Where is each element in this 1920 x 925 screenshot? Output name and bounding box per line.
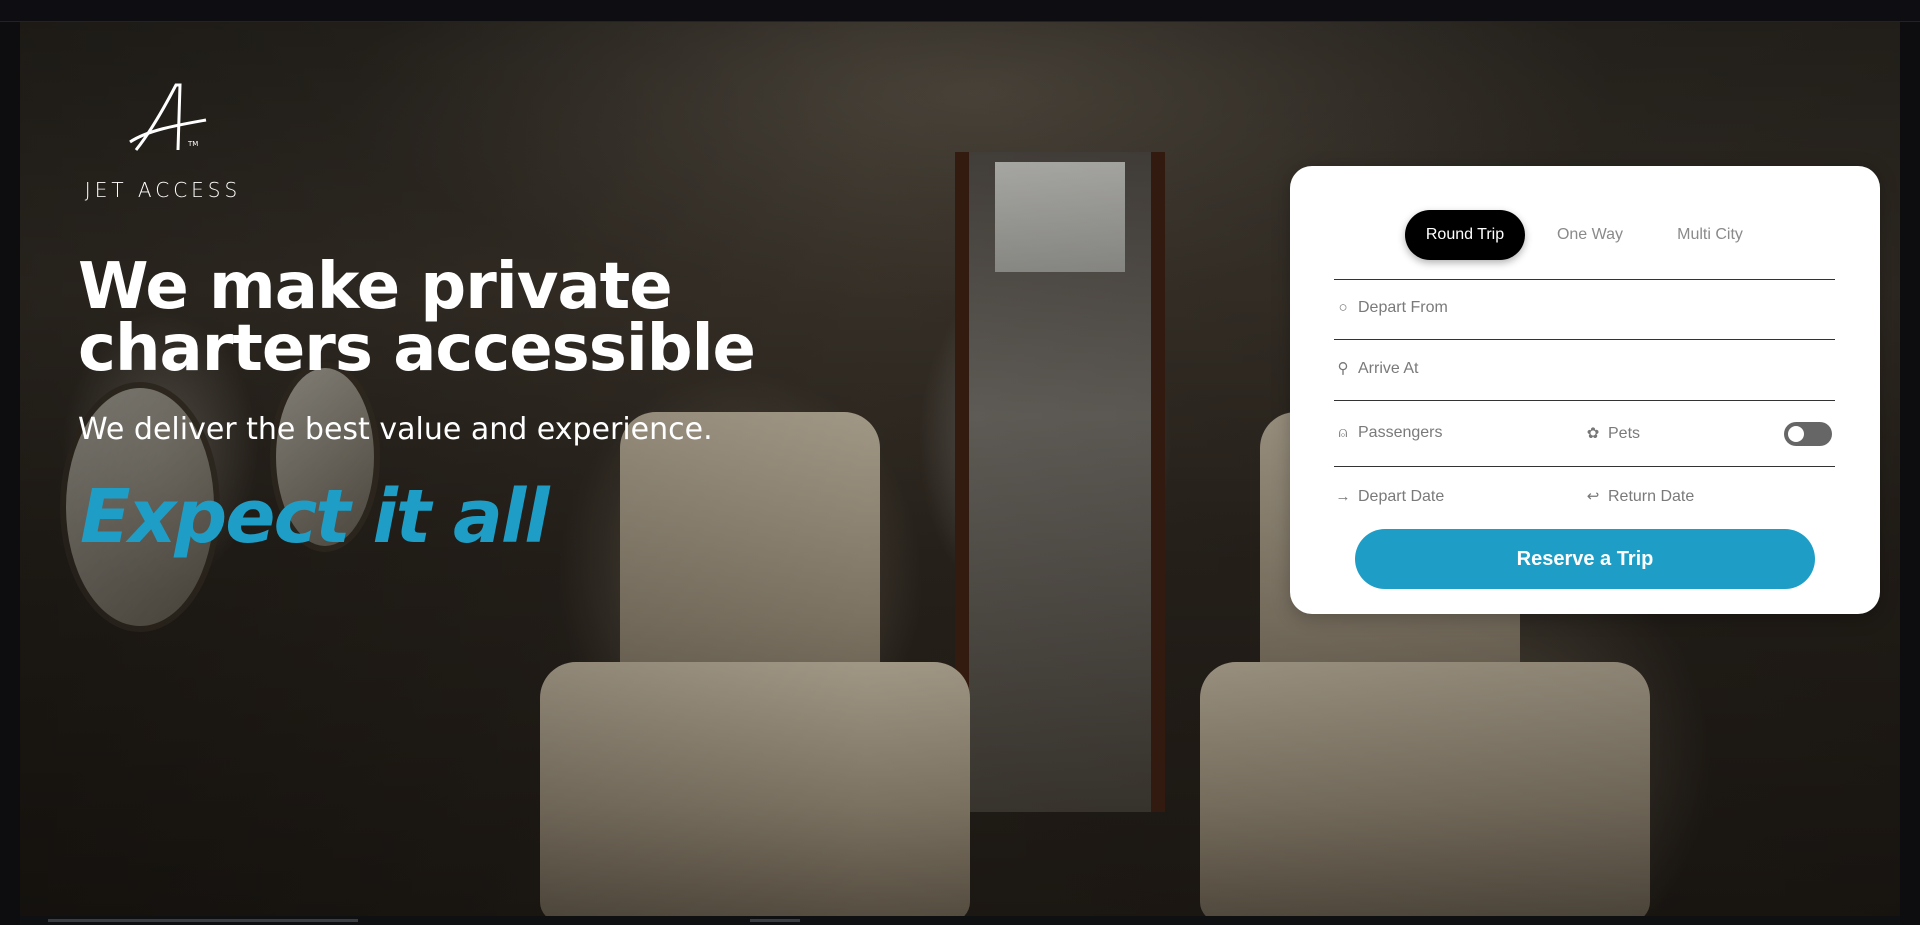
pets-label: ✿ Pets: [1584, 414, 1764, 454]
pets-text: Pets: [1608, 425, 1641, 442]
arrive-at-field[interactable]: ⚲ Arrive At: [1334, 349, 1834, 389]
trip-type-tabs: Round Trip One Way Multi City: [1290, 210, 1880, 260]
frame-left-border: [0, 22, 20, 925]
hero-subline: We deliver the best value and experience…: [78, 412, 713, 447]
reserve-trip-button[interactable]: Reserve a Trip: [1355, 529, 1815, 589]
arrow-right-icon: →: [1335, 488, 1351, 505]
depart-from-placeholder: Depart From: [1358, 299, 1448, 316]
brand-logo[interactable]: TM JET ACCESS: [78, 80, 248, 202]
pets-toggle[interactable]: [1784, 422, 1832, 446]
tab-one-way[interactable]: One Way: [1530, 210, 1650, 260]
hero-headline-line1: We make private: [78, 250, 673, 324]
circle-icon: ○: [1338, 299, 1348, 316]
return-date-placeholder: Return Date: [1608, 488, 1695, 505]
tab-multi-city[interactable]: Multi City: [1650, 210, 1770, 260]
paw-icon: ✿: [1586, 425, 1600, 442]
frame-right-border: [1900, 22, 1920, 925]
toggle-knob: [1788, 426, 1804, 442]
passengers-placeholder: Passengers: [1358, 424, 1443, 441]
tab-round-trip[interactable]: Round Trip: [1405, 210, 1525, 260]
divider: [1334, 339, 1835, 340]
person-icon: ⍝: [1338, 424, 1348, 441]
hero-headline: We make private charters accessible: [78, 250, 778, 386]
depart-from-field[interactable]: ○ Depart From: [1334, 288, 1834, 328]
map-pin-icon: ⚲: [1337, 360, 1349, 377]
jet-access-logo-icon: TM: [129, 83, 207, 151]
hero-headline-line2: charters accessible: [78, 312, 756, 386]
brand-name: JET ACCESS: [84, 178, 242, 202]
scrollbar-thumb[interactable]: [48, 919, 358, 922]
browser-top-bar: [0, 0, 1920, 22]
return-arrow-icon: ↩: [1586, 488, 1600, 505]
divider: [1334, 279, 1835, 280]
hero-section: TM JET ACCESS We make private charters a…: [20, 22, 1900, 916]
passengers-field[interactable]: ⍝ Passengers: [1334, 413, 1574, 453]
depart-date-placeholder: Depart Date: [1358, 488, 1445, 505]
horizontal-scrollbar[interactable]: [20, 916, 1900, 925]
divider: [1334, 466, 1835, 467]
depart-date-field[interactable]: → Depart Date: [1334, 477, 1574, 517]
svg-text:TM: TM: [187, 140, 198, 148]
return-date-field[interactable]: ↩ Return Date: [1584, 477, 1824, 517]
hero-tagline: Expect it all: [80, 474, 550, 560]
divider: [1334, 400, 1835, 401]
booking-card: Round Trip One Way Multi City ○ Depart Fr…: [1290, 166, 1880, 614]
arrive-at-placeholder: Arrive At: [1358, 360, 1419, 377]
scrollbar-thumb-2[interactable]: [750, 919, 800, 922]
